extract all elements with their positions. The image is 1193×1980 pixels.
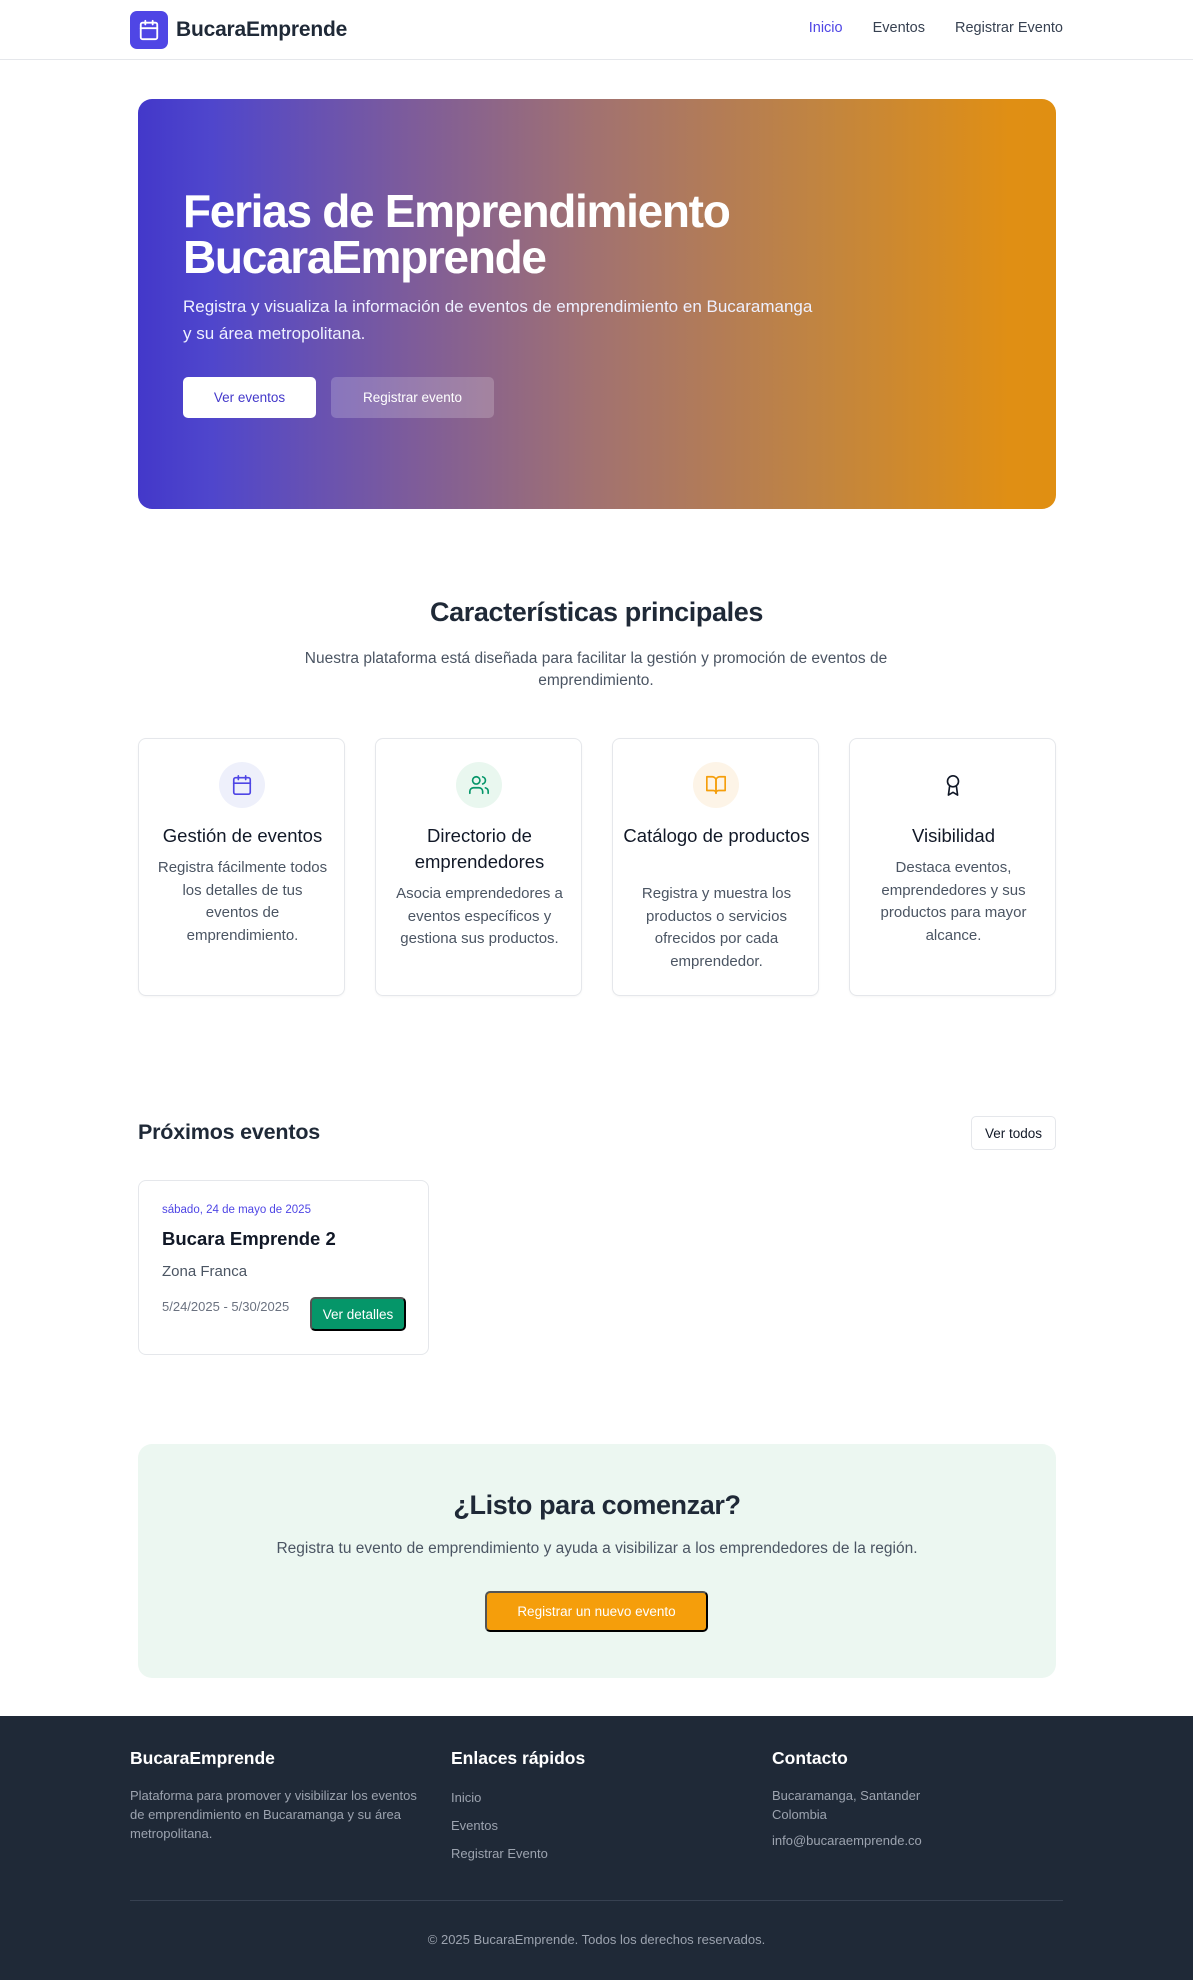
calendar-icon: [219, 762, 265, 808]
register-event-button[interactable]: Registrar evento: [331, 377, 494, 418]
copyright: © 2025 BucaraEmprende. Todos los derecho…: [427, 1932, 766, 1947]
footer-link-registrar-evento[interactable]: Registrar Evento: [451, 1846, 701, 1861]
calendar-icon: [130, 11, 168, 49]
footer-links: Enlaces rápidos Inicio Eventos Registrar…: [451, 1748, 701, 1861]
cta-section: ¿Listo para comenzar? Registra tu evento…: [138, 1444, 1056, 1678]
footer-brand: BucaraEmprende: [130, 1748, 275, 1768]
event-name: Bucara Emprende 2: [162, 1228, 336, 1249]
event-location: Zona Franca: [162, 1263, 248, 1280]
footer-links-title: Enlaces rápidos: [451, 1748, 586, 1768]
site-header: BucaraEmprende Inicio Eventos Registrar …: [0, 0, 1193, 60]
brand-logo[interactable]: BucaraEmprende: [130, 11, 347, 49]
event-date-range: 5/24/2025 - 5/30/2025: [162, 1299, 290, 1314]
award-icon: [930, 762, 976, 808]
feature-title: Catálogo de productos: [623, 825, 810, 846]
view-all-button[interactable]: Ver todos: [971, 1116, 1056, 1150]
hero-banner: Ferias de Emprendimiento BucaraEmprende …: [138, 99, 1056, 509]
book-open-icon: [693, 762, 739, 808]
nav-link-inicio[interactable]: Inicio: [809, 20, 843, 36]
footer-email[interactable]: info@bucaraemprende.co: [772, 1831, 1062, 1850]
event-card: sábado, 24 de mayo de 2025 Bucara Empren…: [138, 1180, 429, 1355]
nav-link-eventos[interactable]: Eventos: [873, 20, 925, 36]
cta-text: Registra tu evento de emprendimiento y a…: [276, 1540, 918, 1557]
register-new-event-button[interactable]: Registrar un nuevo evento: [485, 1591, 708, 1632]
footer-divider: [130, 1900, 1063, 1901]
footer-contact: Contacto Bucaramanga, Santander Colombia…: [772, 1748, 1062, 1850]
feature-text: Destaca eventos, emprendedores y sus pro…: [880, 859, 1027, 944]
footer-about: BucaraEmprende Plataforma para promover …: [130, 1748, 420, 1843]
upcoming-events-title: Próximos eventos: [138, 1120, 321, 1144]
footer-city: Bucaramanga, Santander: [772, 1788, 921, 1803]
view-events-button[interactable]: Ver eventos: [183, 377, 316, 418]
footer-country: Colombia: [772, 1807, 827, 1822]
feature-text: Asocia emprendedores a eventos específic…: [396, 885, 563, 947]
cta-title: ¿Listo para comenzar?: [453, 1490, 741, 1520]
feature-card-events: Gestión de eventos Registra fácilmente t…: [138, 738, 345, 996]
feature-title: Visibilidad: [912, 825, 995, 846]
nav-link-registrar-evento[interactable]: Registrar Evento: [955, 20, 1063, 36]
feature-card-catalog: Catálogo de productos Registra y muestra…: [612, 738, 819, 996]
main-nav: Inicio Eventos Registrar Evento: [809, 20, 1063, 36]
feature-card-visibility: Visibilidad Destaca eventos, emprendedor…: [849, 738, 1056, 996]
event-date: sábado, 24 de mayo de 2025: [162, 1204, 311, 1216]
footer-link-inicio[interactable]: Inicio: [451, 1790, 701, 1805]
hero-subtitle: Registra y visualiza la información de e…: [183, 297, 813, 343]
feature-title: Gestión de eventos: [162, 825, 323, 846]
feature-title: Directorio de emprendedores: [414, 825, 545, 872]
hero-title: Ferias de Emprendimiento BucaraEmprende: [183, 185, 731, 283]
footer-contact-title: Contacto: [772, 1748, 848, 1768]
users-icon: [456, 762, 502, 808]
footer-link-eventos[interactable]: Eventos: [451, 1818, 701, 1833]
features-title: Características principales: [430, 597, 763, 627]
site-footer: BucaraEmprende Plataforma para promover …: [0, 1716, 1193, 1980]
feature-text: Registra y muestra los productos o servi…: [641, 885, 792, 970]
view-details-button[interactable]: Ver detalles: [310, 1297, 406, 1331]
brand-name: BucaraEmprende: [176, 18, 348, 41]
feature-card-entrepreneurs: Directorio de emprendedores Asocia empre…: [375, 738, 582, 996]
features-subtitle: Nuestra plataforma está diseñada para fa…: [304, 650, 888, 689]
footer-description: Plataforma para promover y visibilizar l…: [130, 1788, 417, 1841]
feature-text: Registra fácilmente todos los detalles d…: [157, 859, 328, 944]
